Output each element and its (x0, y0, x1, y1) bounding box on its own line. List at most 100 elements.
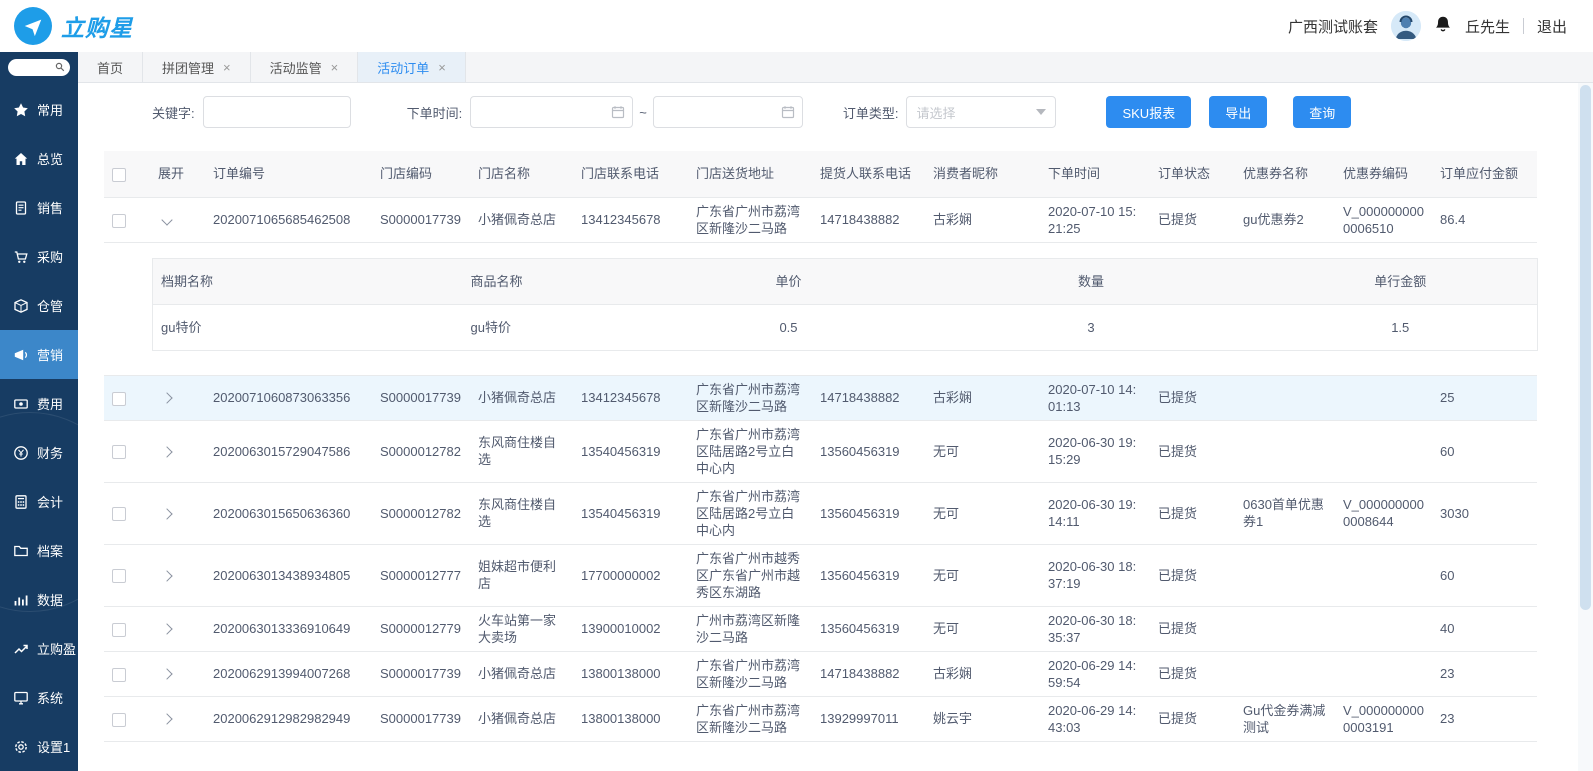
cell-order_time: 2020-07-10 15:21:25 (1040, 197, 1150, 242)
notification-bell-icon[interactable] (1434, 15, 1452, 37)
cell-order_no: 2020062913994007268 (205, 651, 372, 696)
order-time-end-input[interactable] (653, 96, 803, 128)
user-name[interactable]: 丘先生 (1465, 16, 1510, 37)
cell-store_phone: 13540456319 (573, 420, 688, 482)
filter-bar: 关键字: 下单时间: ~ 订单类型: 请选择 SKU报表 导出 查询 (104, 96, 1553, 128)
cell-status: 已提货 (1150, 651, 1235, 696)
keyword-input[interactable] (203, 96, 351, 128)
sidebar-item-settings-gear[interactable]: 设置1 (0, 722, 78, 771)
account-name[interactable]: 广西测试账套 (1288, 16, 1378, 37)
expand-toggle-icon[interactable] (161, 508, 172, 519)
sidebar-item-expense-banknote[interactable]: 费用 (0, 379, 78, 428)
cell-address: 广东省广州市越秀区广东省广州市越秀区东湖路 (688, 544, 812, 606)
column-header-order_time: 下单时间 (1040, 151, 1150, 197)
close-icon[interactable]: × (438, 61, 446, 74)
sub-cell: 0.5 (659, 304, 919, 350)
query-button[interactable]: 查询 (1293, 96, 1351, 128)
profit-trend-icon (13, 641, 29, 657)
expense-banknote-icon (13, 396, 29, 412)
expand-toggle-icon[interactable] (161, 668, 172, 679)
cell-store_name: 小猪佩奇总店 (470, 375, 573, 420)
sidebar-item-home[interactable]: 总览 (0, 134, 78, 183)
cell-amount: 60 (1432, 544, 1537, 606)
sub-column-header: 数量 (919, 258, 1264, 304)
row-checkbox[interactable] (112, 668, 126, 682)
select-all-checkbox[interactable] (112, 168, 126, 182)
row-checkbox[interactable] (112, 569, 126, 583)
orders-table-wrap: 展开订单编号门店编码门店名称门店联系电话门店送货地址提货人联系电话消费者昵称下单… (104, 151, 1553, 742)
close-icon[interactable]: × (331, 61, 339, 74)
expand-toggle-icon[interactable] (161, 392, 172, 403)
export-button[interactable]: 导出 (1209, 96, 1267, 128)
table-row[interactable]: 2020063015729047586S0000012782东风商住楼自选135… (104, 420, 1537, 482)
row-checkbox[interactable] (112, 507, 126, 521)
order-type-select[interactable]: 请选择 (906, 96, 1056, 128)
cell-coupon_code (1335, 544, 1432, 606)
sidebar-item-archive-folder[interactable]: 档案 (0, 526, 78, 575)
table-row[interactable]: 2020071065685462508S0000017739小猪佩奇总店1341… (104, 197, 1537, 242)
expand-toggle-icon[interactable] (161, 713, 172, 724)
sidebar-item-data-chart[interactable]: 数据 (0, 575, 78, 624)
table-row[interactable]: 2020062912982982949S0000017739小猪佩奇总店1380… (104, 696, 1537, 741)
sku-report-button[interactable]: SKU报表 (1106, 96, 1191, 128)
vertical-scrollbar[interactable] (1578, 83, 1593, 771)
close-icon[interactable]: × (223, 61, 231, 74)
cell-address: 广东省广州市荔湾区陆居路2号立白中心内 (688, 420, 812, 482)
sidebar-item-label: 档案 (37, 541, 63, 560)
row-checkbox[interactable] (112, 392, 126, 406)
row-checkbox[interactable] (112, 214, 126, 228)
sidebar-item-profit-trend[interactable]: 立购盈 (0, 624, 78, 673)
sidebar-item-star[interactable]: 常用 (0, 85, 78, 134)
cell-coupon_code: V_0000000000003191 (1335, 696, 1432, 741)
sub-column-header: 单价 (659, 258, 919, 304)
expand-toggle-icon[interactable] (161, 570, 172, 581)
logout-button[interactable]: 退出 (1537, 16, 1567, 37)
marketing-megaphone-icon (13, 347, 29, 363)
cell-order_time: 2020-06-29 14:43:03 (1040, 696, 1150, 741)
sidebar-item-sales-clipboard[interactable]: 销售 (0, 183, 78, 232)
cell-store_phone: 13900010002 (573, 606, 688, 651)
tab-home[interactable]: 首页 (78, 52, 143, 82)
tab-1[interactable]: 拼团管理× (143, 52, 251, 82)
table-row[interactable]: 2020063013336910649S0000012779火车站第一家大卖场1… (104, 606, 1537, 651)
cell-coupon_name (1235, 606, 1335, 651)
expand-toggle-icon[interactable] (161, 623, 172, 634)
app-header: 立购星 广西测试账套 丘先生 退出 (0, 0, 1593, 52)
sidebar-item-finance-coin[interactable]: 财务 (0, 428, 78, 477)
table-row[interactable]: 2020063015650636360S0000012782东风商住楼自选135… (104, 482, 1537, 544)
cell-store_name: 东风商住楼自选 (470, 420, 573, 482)
brand-rocket-icon (14, 7, 52, 45)
cell-coupon_name (1235, 420, 1335, 482)
sidebar-item-system-monitor[interactable]: 系统 (0, 673, 78, 722)
cell-order_time: 2020-06-30 18:35:37 (1040, 606, 1150, 651)
cell-order_no: 2020062912982982949 (205, 696, 372, 741)
cell-picker_phone: 13560456319 (812, 544, 925, 606)
row-checkbox[interactable] (112, 623, 126, 637)
cell-amount: 40 (1432, 606, 1537, 651)
sidebar-item-marketing-megaphone[interactable]: 营销 (0, 330, 78, 379)
sidebar-item-warehouse-box[interactable]: 仓管 (0, 281, 78, 330)
table-row[interactable]: 2020063013438934805S0000012777姐妹超市便利店177… (104, 544, 1537, 606)
sidebar-item-accounting-calculator[interactable]: 会计 (0, 477, 78, 526)
sidebar-item-label: 销售 (37, 198, 63, 217)
sub-column-header: 单行金额 (1264, 258, 1538, 304)
sidebar-search-input[interactable] (8, 59, 70, 76)
sidebar-nav: 常用总览销售采购仓管营销费用财务会计档案数据立购盈系统设置1 (0, 85, 78, 771)
expand-toggle-icon[interactable] (161, 446, 172, 457)
cell-amount: 25 (1432, 375, 1537, 420)
date-range-separator: ~ (639, 105, 647, 120)
tab-2[interactable]: 活动监管× (251, 52, 359, 82)
tab-3[interactable]: 活动订单× (358, 52, 466, 82)
table-header-row: 展开订单编号门店编码门店名称门店联系电话门店送货地址提货人联系电话消费者昵称下单… (104, 151, 1537, 197)
cell-store_name: 小猪佩奇总店 (470, 696, 573, 741)
row-checkbox[interactable] (112, 445, 126, 459)
table-row[interactable]: 2020071060873063356S0000017739小猪佩奇总店1341… (104, 375, 1537, 420)
sidebar-item-purchase-cart[interactable]: 采购 (0, 232, 78, 281)
user-avatar[interactable] (1391, 11, 1421, 41)
table-row[interactable]: 2020062913994007268S0000017739小猪佩奇总店1380… (104, 651, 1537, 696)
scrollbar-thumb[interactable] (1580, 85, 1591, 610)
expand-toggle-icon[interactable] (161, 214, 172, 225)
row-checkbox[interactable] (112, 713, 126, 727)
order-detail-row: 档期名称商品名称单价数量单行金额gu特价gu特价0.531.5 (104, 242, 1537, 375)
order-time-start-input[interactable] (470, 96, 633, 128)
